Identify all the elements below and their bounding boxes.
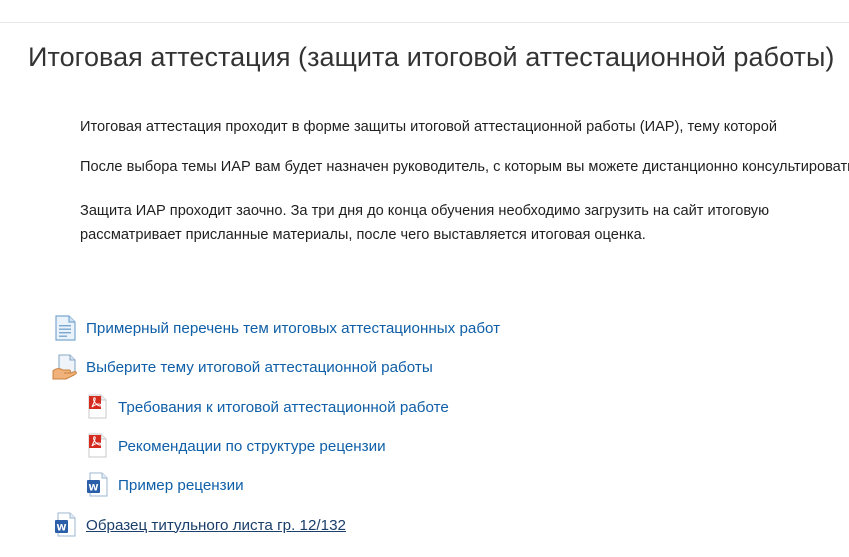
activity-link-choose-topic[interactable]: Выберите тему итоговой аттестационной ра… bbox=[86, 359, 433, 376]
activity-link-review-sample-doc[interactable]: Пример рецензии bbox=[118, 477, 244, 494]
pdf-icon bbox=[84, 393, 110, 421]
summary-paragraph-1: Итоговая аттестация проходит в форме защ… bbox=[80, 119, 778, 135]
svg-text:W: W bbox=[89, 484, 99, 494]
activity-link-topics-list[interactable]: Примерный перечень тем итоговых аттестац… bbox=[86, 320, 500, 337]
word-icon: W bbox=[52, 511, 78, 539]
activity-link-review-structure-pdf[interactable]: Рекомендации по структуре рецензии bbox=[118, 438, 386, 455]
activity-review-structure-pdf[interactable]: Рекомендации по структуре рецензии bbox=[84, 432, 386, 460]
summary-paragraph-2: После выбора темы ИАР вам будет назначен… bbox=[80, 159, 849, 175]
activity-topics-list[interactable]: Примерный перечень тем итоговых аттестац… bbox=[52, 314, 500, 342]
activity-review-sample-doc[interactable]: W Пример рецензии bbox=[84, 471, 244, 499]
activity-title-page-sample-doc[interactable]: W Образец титульного листа гр. 12/132 bbox=[52, 511, 346, 539]
top-divider bbox=[0, 22, 849, 23]
activity-link-title-page-sample-doc[interactable]: Образец титульного листа гр. 12/132 bbox=[86, 517, 346, 534]
choice-icon bbox=[52, 353, 78, 381]
word-icon: W bbox=[84, 471, 110, 499]
page-icon bbox=[52, 314, 78, 342]
activity-link-requirements-pdf[interactable]: Требования к итоговой аттестационной раб… bbox=[118, 399, 449, 416]
activity-choose-topic[interactable]: Выберите тему итоговой аттестационной ра… bbox=[52, 353, 433, 381]
summary-paragraph-3: Защита ИАР проходит заочно. За три дня д… bbox=[80, 203, 770, 219]
pdf-icon bbox=[84, 432, 110, 460]
summary-paragraph-3-continued: рассматривает присланные материалы, посл… bbox=[80, 227, 646, 243]
section-title: Итоговая аттестация (защита итоговой атт… bbox=[28, 42, 835, 72]
section-summary: Итоговая аттестация проходит в форме защ… bbox=[80, 117, 849, 257]
svg-text:W: W bbox=[57, 524, 67, 534]
activity-requirements-pdf[interactable]: Требования к итоговой аттестационной раб… bbox=[84, 393, 449, 421]
